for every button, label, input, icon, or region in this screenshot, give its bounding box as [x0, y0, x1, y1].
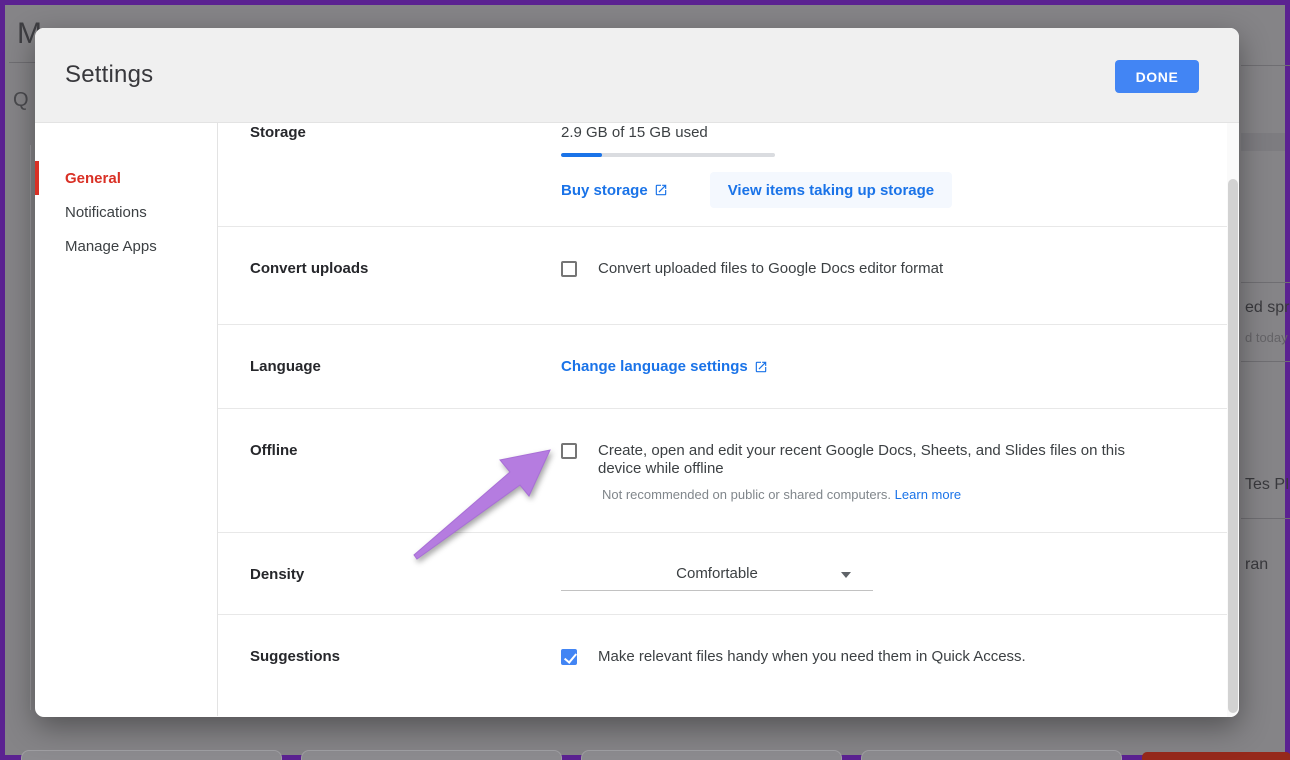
dropdown-arrow-icon — [841, 572, 851, 578]
background-file-card — [21, 750, 282, 760]
background-file-card — [861, 750, 1122, 760]
suggestions-label: Suggestions — [218, 615, 561, 717]
learn-more-link[interactable]: Learn more — [895, 487, 961, 502]
dialog-scrollbar-track — [1227, 123, 1239, 717]
settings-dialog: Settings DONE General Notifications Mana… — [35, 28, 1239, 717]
sidebar-item-manage-apps[interactable]: Manage Apps — [35, 229, 217, 263]
dialog-scrollbar-thumb[interactable] — [1228, 179, 1238, 713]
storage-progress-bar — [561, 153, 775, 157]
sidebar-item-general[interactable]: General — [35, 161, 217, 195]
active-indicator — [35, 161, 39, 195]
background-search-partial: Q — [13, 89, 29, 112]
density-label: Density — [218, 533, 561, 614]
convert-uploads-checkbox[interactable] — [561, 261, 577, 277]
settings-sidebar: General Notifications Manage Apps — [35, 123, 218, 716]
language-label: Language — [218, 325, 561, 408]
settings-content: Storage 2.9 GB of 15 GB used Buy storage — [218, 123, 1239, 716]
background-row-band — [1241, 133, 1285, 151]
background-file-card — [301, 750, 562, 760]
background-divider — [1241, 282, 1290, 283]
suggestions-description: Make relevant files handy when you need … — [598, 648, 1026, 666]
background-divider — [1241, 518, 1290, 519]
density-selected-value: Comfortable — [676, 565, 758, 582]
storage-label: Storage — [218, 123, 561, 226]
offline-label: Offline — [218, 409, 561, 532]
open-in-new-icon — [654, 183, 668, 197]
suggestions-checkbox[interactable] — [561, 649, 577, 665]
change-language-link[interactable]: Change language settings — [561, 358, 768, 375]
convert-uploads-label: Convert uploads — [218, 227, 561, 324]
background-file-card — [581, 750, 842, 760]
storage-usage-text: 2.9 GB of 15 GB used — [561, 124, 1227, 141]
offline-row: Offline Create, open and edit your recen… — [218, 409, 1227, 533]
density-dropdown[interactable]: Comfortable — [561, 565, 873, 591]
storage-progress-fill — [561, 153, 602, 157]
dialog-title: Settings — [65, 61, 153, 89]
storage-row: Storage 2.9 GB of 15 GB used Buy storage — [218, 123, 1227, 227]
convert-uploads-description: Convert uploaded files to Google Docs ed… — [598, 260, 943, 278]
background-red-button — [1142, 752, 1290, 760]
view-storage-items-button[interactable]: View items taking up storage — [710, 172, 952, 208]
convert-uploads-row: Convert uploads Convert uploaded files t… — [218, 227, 1227, 325]
sidebar-item-notifications[interactable]: Notifications — [35, 195, 217, 229]
buy-storage-link[interactable]: Buy storage — [561, 182, 668, 199]
offline-checkbox[interactable] — [561, 443, 577, 459]
background-divider — [1241, 361, 1290, 362]
dialog-header: Settings DONE — [35, 28, 1239, 123]
background-filename-fragment: ed sprea — [1245, 299, 1290, 317]
density-row: Density Comfortable — [218, 533, 1227, 615]
background-filename-fragment: Tes PICS — [1245, 476, 1290, 494]
background-timestamp-fragment: d today — [1245, 330, 1288, 345]
offline-note-text: Not recommended on public or shared comp… — [602, 487, 891, 502]
background-card-edge — [30, 145, 31, 710]
open-in-new-icon — [754, 360, 768, 374]
done-button[interactable]: DONE — [1115, 60, 1199, 93]
offline-description: Create, open and edit your recent Google… — [598, 442, 1158, 478]
suggestions-row: Suggestions Make relevant files handy wh… — [218, 615, 1227, 717]
background-filename-fragment: ran — [1245, 556, 1268, 574]
language-row: Language Change language settings — [218, 325, 1227, 409]
background-divider — [1241, 65, 1290, 66]
